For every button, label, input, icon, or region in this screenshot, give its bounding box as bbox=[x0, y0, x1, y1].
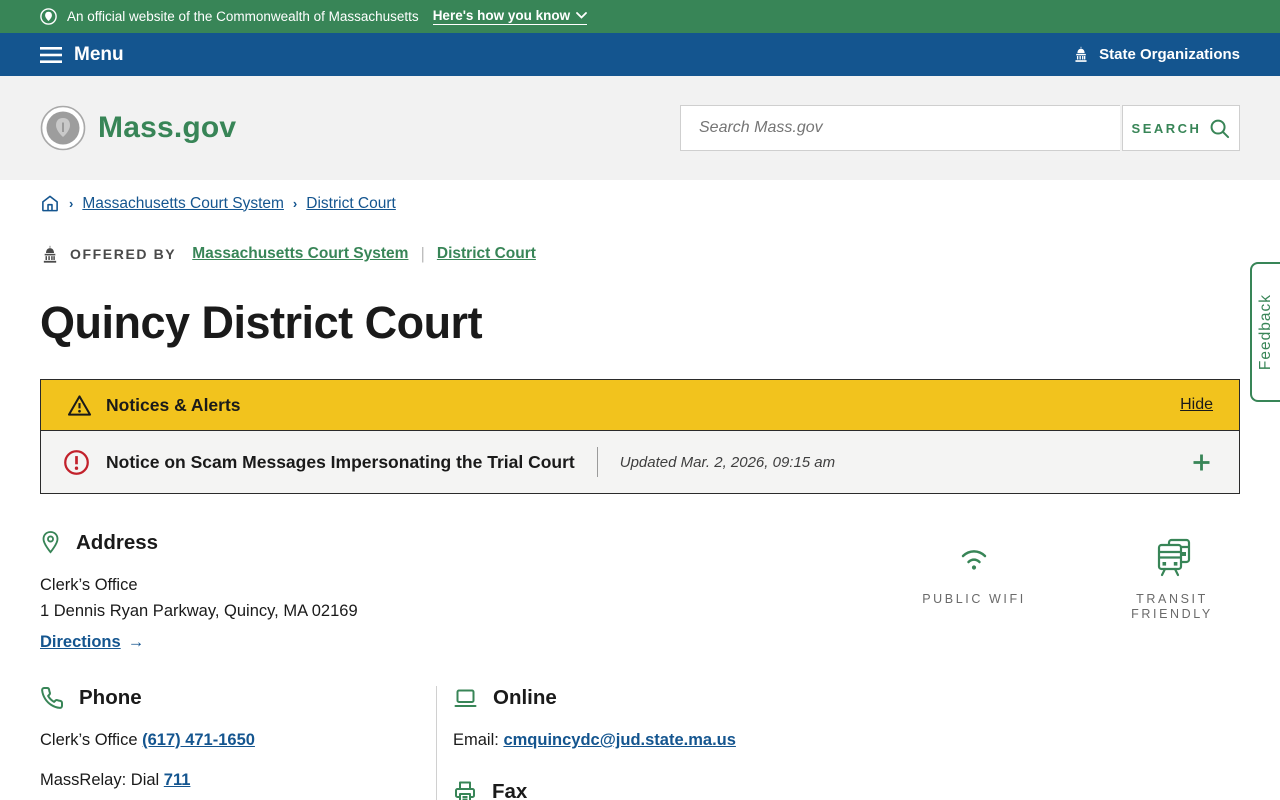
notices-alerts-header: Notices & Alerts Hide bbox=[41, 380, 1239, 430]
feedback-label: Feedback bbox=[1257, 293, 1274, 371]
state-seal-icon bbox=[40, 8, 57, 25]
official-banner: An official website of the Commonwealth … bbox=[0, 0, 1280, 33]
page-content: › Massachusetts Court System › District … bbox=[0, 194, 1280, 800]
phone-section: Phone Clerk’s Office (617) 471-1650 Mass… bbox=[40, 686, 437, 800]
massgov-logo[interactable]: Mass.gov bbox=[40, 105, 236, 151]
search-input[interactable] bbox=[680, 105, 1120, 151]
offered-by-label: OFFERED BY bbox=[70, 246, 177, 262]
official-banner-text: An official website of the Commonwealth … bbox=[67, 9, 419, 24]
address-lines: Clerk’s Office 1 Dennis Ryan Parkway, Qu… bbox=[40, 572, 358, 624]
site-header: Mass.gov SEARCH bbox=[0, 76, 1280, 180]
chevron-down-icon bbox=[576, 12, 588, 19]
facility-badges: PUBLIC WIFI TRANSIT FRIENDLY bbox=[914, 536, 1232, 622]
plus-icon bbox=[1193, 454, 1210, 470]
notice-title: Notice on Scam Messages Impersonating th… bbox=[106, 451, 575, 472]
breadcrumb-link-district-court[interactable]: District Court bbox=[306, 195, 396, 213]
search-form: SEARCH bbox=[680, 105, 1240, 151]
offered-by-row: OFFERED BY Massachusetts Court System | … bbox=[40, 244, 1240, 264]
arrow-right-icon: → bbox=[127, 633, 145, 651]
heres-how-you-know-button[interactable]: Here's how you know bbox=[432, 8, 588, 25]
phone-heading: Phone bbox=[79, 686, 142, 709]
fax-printer-icon bbox=[455, 781, 475, 800]
phone-icon bbox=[41, 687, 64, 709]
address-heading-row: Address bbox=[40, 530, 358, 555]
address-block: Address Clerk’s Office 1 Dennis Ryan Par… bbox=[40, 530, 358, 652]
clerks-office-phone-link[interactable]: (617) 471-1650 bbox=[142, 731, 255, 749]
main-nav: Menu State Organizations bbox=[0, 33, 1280, 76]
address-heading: Address bbox=[76, 530, 159, 554]
expand-notice-button[interactable] bbox=[1192, 453, 1211, 472]
fax-heading-row: Fax bbox=[453, 780, 736, 800]
address-line-office: Clerk’s Office bbox=[40, 576, 138, 594]
email-line: Email: cmquincydc@jud.state.ma.us bbox=[453, 731, 736, 750]
transit-friendly-label: TRANSIT FRIENDLY bbox=[1131, 592, 1213, 621]
massrelay-711-link[interactable]: 711 bbox=[164, 771, 191, 789]
map-pin-icon bbox=[42, 531, 59, 554]
phone-line-label: Clerk’s Office bbox=[40, 731, 143, 749]
phone-heading-row: Phone bbox=[40, 686, 436, 710]
directions-link[interactable]: Directions → bbox=[40, 633, 144, 652]
home-icon[interactable] bbox=[40, 194, 60, 213]
notices-alerts-title: Notices & Alerts bbox=[106, 394, 241, 415]
notice-row[interactable]: Notice on Scam Messages Impersonating th… bbox=[41, 430, 1239, 493]
page-title: Quincy District Court bbox=[40, 297, 483, 348]
menu-button[interactable]: Menu bbox=[40, 44, 124, 66]
state-organizations-label: State Organizations bbox=[1099, 46, 1240, 63]
offered-by-label-group: OFFERED BY bbox=[40, 244, 177, 264]
breadcrumb-link-court-system[interactable]: Massachusetts Court System bbox=[82, 195, 284, 213]
breadcrumb-separator: › bbox=[292, 196, 298, 211]
address-line-street: 1 Dennis Ryan Parkway, Quincy, MA 02169 bbox=[40, 602, 358, 620]
contact-columns: Phone Clerk’s Office (617) 471-1650 Mass… bbox=[40, 686, 1240, 800]
notice-divider bbox=[596, 447, 598, 477]
notices-alerts-box: Notices & Alerts Hide Notice on Scam Mes… bbox=[40, 379, 1240, 494]
search-button[interactable]: SEARCH bbox=[1122, 105, 1240, 151]
feedback-tab[interactable]: Feedback bbox=[1250, 262, 1280, 402]
transit-friendly-badge: TRANSIT FRIENDLY bbox=[1112, 536, 1232, 622]
search-button-label: SEARCH bbox=[1131, 120, 1202, 136]
fax-heading: Fax bbox=[492, 780, 528, 800]
phone-line-clerks-office: Clerk’s Office (617) 471-1650 bbox=[40, 731, 436, 750]
massrelay-label: MassRelay: Dial bbox=[40, 771, 164, 789]
heres-how-you-know-label: Here's how you know bbox=[432, 8, 571, 23]
offered-by-divider: | bbox=[420, 244, 425, 263]
hide-alerts-link[interactable]: Hide bbox=[1180, 396, 1213, 414]
notice-updated-timestamp: Updated Mar. 2, 2026, 09:15 am bbox=[619, 453, 836, 471]
online-section: Online Email: cmquincydc@jud.state.ma.us… bbox=[437, 686, 736, 800]
email-label: Email: bbox=[453, 731, 504, 749]
laptop-icon bbox=[454, 689, 477, 707]
massgov-logo-text: Mass.gov bbox=[98, 111, 237, 144]
online-heading: Online bbox=[493, 686, 557, 709]
transit-icon bbox=[1151, 536, 1193, 580]
alert-circle-icon bbox=[64, 449, 89, 475]
menu-label: Menu bbox=[74, 43, 124, 65]
offered-by-links: Massachusetts Court System | District Co… bbox=[192, 244, 536, 264]
public-wifi-label: PUBLIC WIFI bbox=[922, 592, 1026, 606]
phone-line-massrelay: MassRelay: Dial 711 bbox=[40, 771, 436, 790]
online-heading-row: Online bbox=[453, 686, 736, 710]
capitol-icon bbox=[43, 244, 57, 263]
email-link[interactable]: cmquincydc@jud.state.ma.us bbox=[503, 731, 735, 749]
warning-triangle-icon bbox=[67, 394, 92, 416]
offered-by-link-district-court[interactable]: District Court bbox=[437, 245, 536, 263]
wifi-icon bbox=[955, 536, 993, 580]
breadcrumb: › Massachusetts Court System › District … bbox=[40, 194, 1240, 213]
offered-by-link-court-system[interactable]: Massachusetts Court System bbox=[192, 245, 408, 263]
massgov-seal-icon bbox=[40, 105, 86, 151]
directions-label: Directions bbox=[40, 633, 121, 651]
capitol-icon bbox=[1075, 46, 1087, 62]
public-wifi-badge: PUBLIC WIFI bbox=[914, 536, 1034, 622]
hamburger-icon bbox=[40, 46, 62, 63]
address-section: Address Clerk’s Office 1 Dennis Ryan Par… bbox=[40, 530, 1240, 652]
state-organizations-button[interactable]: State Organizations bbox=[1072, 46, 1240, 63]
search-icon bbox=[1211, 119, 1230, 138]
breadcrumb-separator: › bbox=[69, 196, 74, 211]
